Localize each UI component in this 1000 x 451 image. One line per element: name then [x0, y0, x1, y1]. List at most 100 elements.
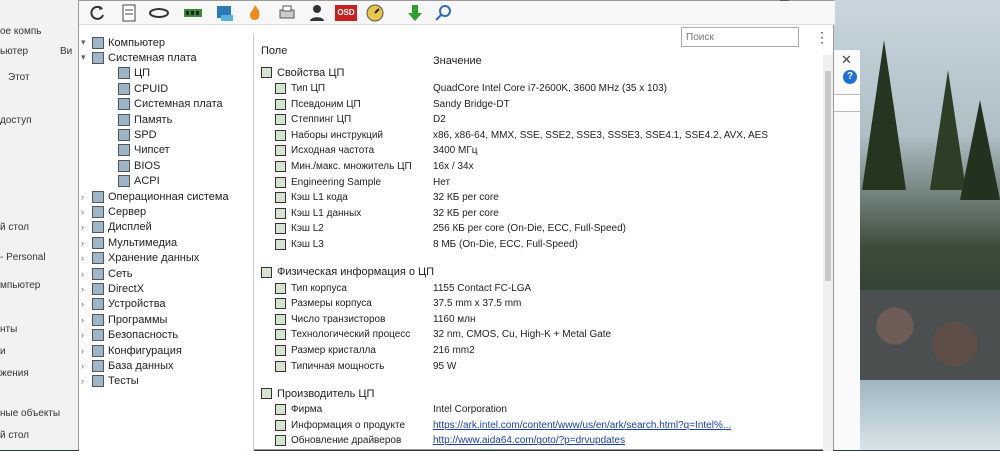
property-row[interactable]: Исходная частота — [275, 143, 374, 158]
download-icon[interactable] — [405, 3, 425, 23]
tree-item[interactable]: CPUID — [107, 81, 168, 96]
expand-icon[interactable]: › — [81, 346, 90, 356]
tree-item[interactable]: › Сеть — [81, 266, 132, 281]
tree-item[interactable]: ▾ Компьютер — [81, 35, 165, 50]
property-row[interactable]: Обновление драйверов — [275, 433, 401, 448]
tree-item[interactable]: › Безопасность — [81, 328, 178, 343]
property-row[interactable]: Наборы инструкций — [275, 128, 383, 143]
printer-icon[interactable] — [277, 3, 297, 23]
property-row[interactable]: Мин./макс. множитель ЦП — [275, 159, 412, 174]
report-icon[interactable] — [119, 3, 139, 23]
osd-icon[interactable]: OSD — [335, 5, 357, 21]
flame-icon[interactable] — [245, 3, 265, 23]
section-header[interactable]: Производитель ЦП — [261, 386, 374, 401]
property-row[interactable]: Информация о продукте — [275, 418, 405, 433]
property-row[interactable]: Кэш L1 данных — [275, 206, 361, 221]
property-row[interactable]: Кэш L1 кода — [275, 190, 348, 205]
tree-item[interactable]: SPD — [107, 127, 157, 142]
expand-icon[interactable]: › — [81, 315, 90, 325]
tree-item[interactable]: › Сервер — [81, 204, 146, 219]
tree-item[interactable]: › Программы — [81, 312, 167, 327]
tree-item[interactable]: › Хранение данных — [81, 251, 199, 266]
property-row[interactable]: Степпинг ЦП — [275, 112, 351, 127]
tree-item-label: CPUID — [134, 82, 169, 95]
explorer-item[interactable]: мпьютер — [0, 280, 40, 291]
expand-icon[interactable]: › — [81, 253, 90, 263]
wallpaper-rocks — [850, 290, 1000, 380]
section-icon — [261, 388, 272, 400]
property-row[interactable]: Технологический процесс — [275, 327, 410, 342]
explorer-item[interactable]: Этот — [8, 72, 30, 83]
explorer-item[interactable]: нты — [0, 324, 17, 335]
tree-item[interactable]: › Мультимедиа — [81, 235, 177, 250]
explorer-item[interactable]: ные объекты — [0, 408, 60, 419]
property-row[interactable]: Размер кристалла — [275, 343, 376, 358]
help-icon[interactable]: ? — [843, 70, 857, 84]
tree-item[interactable]: › База данных — [81, 358, 174, 373]
property-row[interactable]: Размеры корпуса — [275, 296, 372, 311]
property-row[interactable]: Псевдоним ЦП — [275, 97, 361, 112]
explorer-item[interactable]: - Personal — [0, 252, 46, 263]
more-menu-icon[interactable]: ⋮ — [815, 29, 829, 46]
explorer-item[interactable]: й стол — [0, 430, 29, 441]
expand-icon[interactable]: › — [81, 238, 90, 248]
user-icon[interactable] — [307, 3, 327, 23]
search-icon[interactable] — [433, 3, 453, 23]
tree-item[interactable]: Системная плата — [107, 97, 223, 112]
tree-item[interactable]: › Устройства — [81, 297, 166, 312]
property-link[interactable]: http://www.aida64.com/goto/?p=drvupdates — [433, 435, 625, 446]
property-row[interactable]: Типичная мощность — [275, 359, 384, 374]
explorer-item[interactable]: доступ — [0, 115, 32, 126]
tree-item[interactable]: BIOS — [107, 158, 160, 173]
expand-icon[interactable]: › — [81, 361, 90, 371]
property-row[interactable]: Engineering Sample — [275, 175, 381, 190]
expand-icon[interactable]: › — [81, 192, 90, 202]
tree-item[interactable]: ▾ Системная плата — [81, 50, 197, 65]
expand-icon[interactable]: › — [81, 330, 90, 340]
expand-icon[interactable]: ▾ — [81, 52, 90, 63]
tree-item[interactable]: › Конфигурация — [81, 343, 182, 358]
property-row[interactable]: Кэш L2 — [275, 221, 324, 236]
expand-icon[interactable]: › — [81, 299, 90, 309]
tree-item[interactable]: › Дисплей — [81, 220, 152, 235]
close-icon[interactable]: ✕ — [841, 52, 852, 68]
tree-item-label: BIOS — [134, 159, 161, 172]
explorer-item[interactable]: Ви — [60, 46, 72, 57]
expand-icon[interactable]: › — [81, 269, 90, 279]
tree-item[interactable]: › Операционная система — [81, 189, 229, 204]
tree-item[interactable]: Память — [107, 112, 172, 127]
refresh-icon[interactable] — [87, 3, 107, 23]
property-row[interactable]: Число транзисторов — [275, 312, 385, 327]
explorer-item[interactable]: жения — [0, 368, 29, 379]
motherboard-icon[interactable] — [215, 3, 235, 23]
tree-item[interactable]: ЦП — [107, 66, 150, 81]
property-value: 216 mm2 — [433, 345, 475, 356]
section-header[interactable]: Свойства ЦП — [261, 65, 344, 80]
scrollbar-thumb[interactable] — [825, 71, 831, 281]
property-value: x86, x86-64, MMX, SSE, SSE2, SSE3, SSSE3… — [433, 129, 768, 141]
expand-icon[interactable]: › — [81, 376, 90, 386]
explorer-item[interactable]: ое компь — [0, 26, 41, 37]
expand-icon[interactable]: › — [81, 222, 90, 232]
property-row[interactable]: Фирма — [275, 402, 322, 417]
network-icon[interactable] — [149, 3, 169, 23]
property-row[interactable]: Кэш L3 — [275, 237, 324, 252]
property-icon — [275, 360, 286, 372]
expand-icon[interactable]: ▾ — [81, 37, 90, 48]
expand-icon[interactable]: › — [81, 284, 90, 294]
property-row[interactable]: Тип ЦП — [275, 81, 325, 96]
gauge-icon[interactable] — [365, 3, 385, 23]
section-header[interactable]: Физическая информация о ЦП — [261, 265, 434, 280]
property-link[interactable]: https://ark.intel.com/content/www/us/en/… — [433, 420, 731, 431]
property-field: Размеры корпуса — [291, 298, 372, 310]
tree-item[interactable]: › Тесты — [81, 374, 139, 389]
property-row[interactable]: Тип корпуса — [275, 281, 347, 296]
explorer-item[interactable]: ьютер — [0, 46, 28, 57]
tree-item[interactable]: ACPI — [107, 174, 160, 189]
tree-item[interactable]: Чипсет — [107, 143, 170, 158]
explorer-item[interactable]: и — [0, 346, 6, 357]
expand-icon[interactable]: › — [81, 207, 90, 217]
explorer-item[interactable]: й стол — [0, 222, 29, 233]
memory-icon[interactable] — [183, 3, 203, 23]
tree-item[interactable]: › DirectX — [81, 281, 144, 296]
